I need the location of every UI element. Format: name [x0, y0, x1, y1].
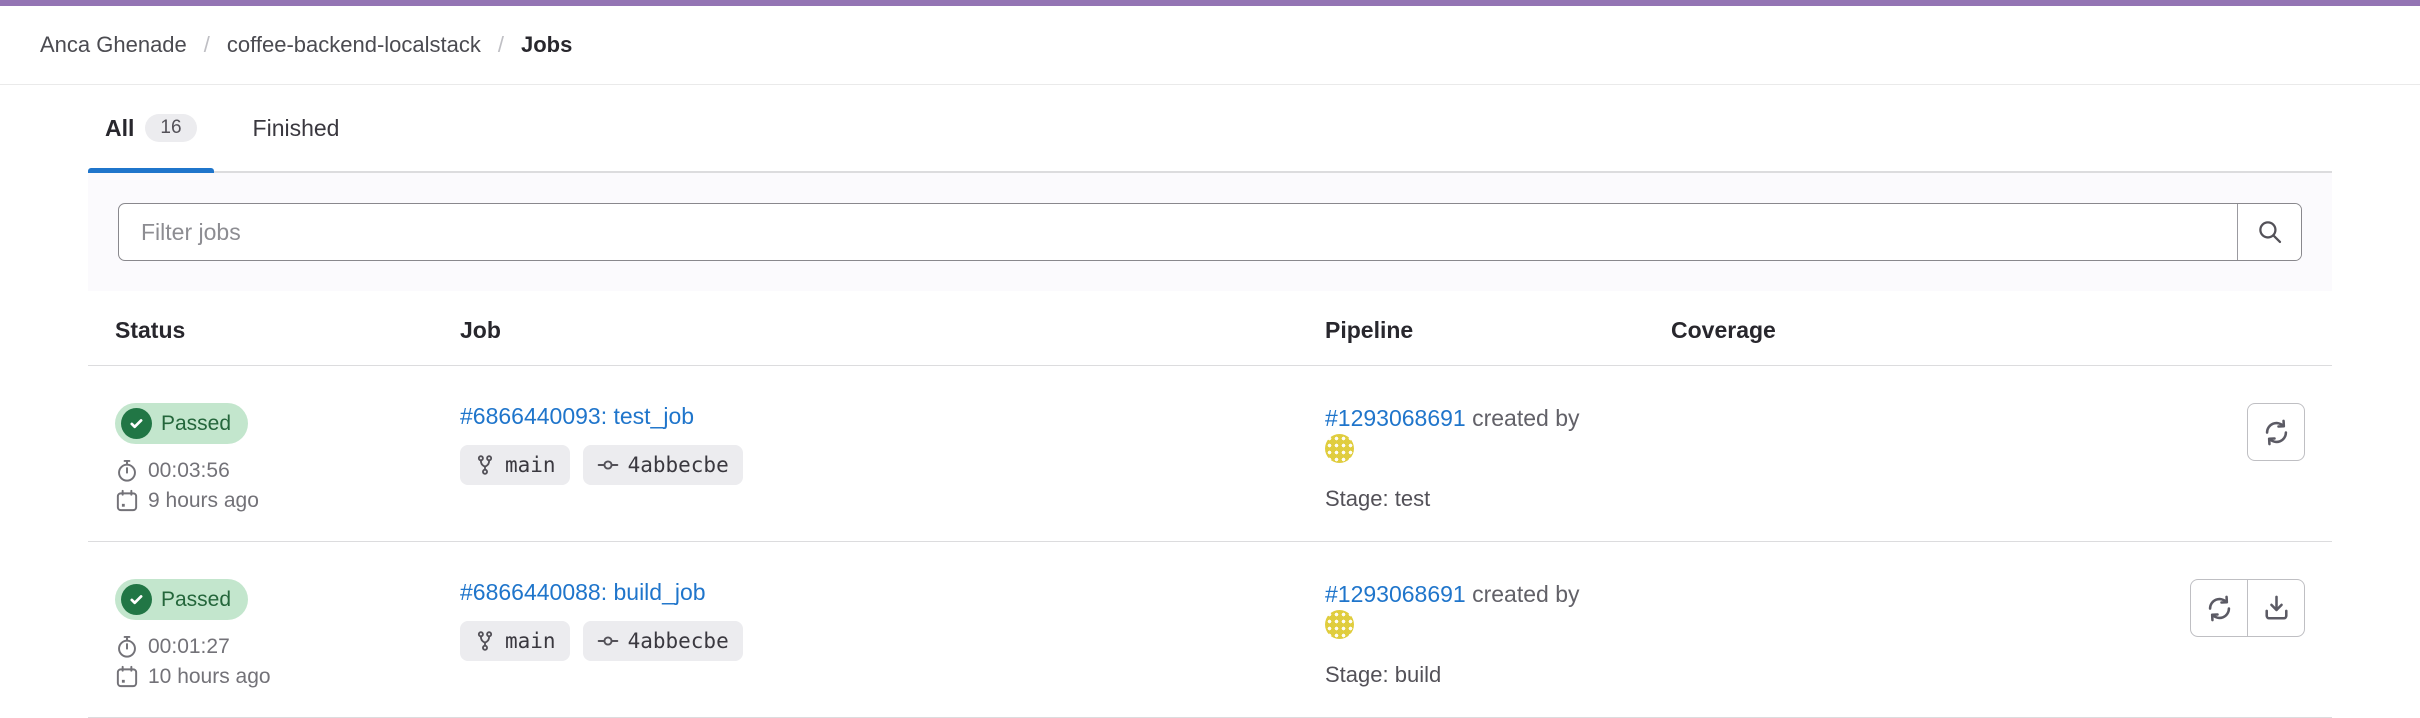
job-cell: #6866440088: build_job main 4abbecbe — [433, 542, 1298, 717]
column-header-status: Status — [88, 291, 433, 365]
filter-search-group — [118, 203, 2302, 261]
search-icon — [2256, 218, 2284, 246]
retry-button[interactable] — [2190, 579, 2248, 637]
breadcrumb-current-page: Jobs — [521, 32, 572, 58]
job-link[interactable]: #6866440093: test_job — [460, 403, 694, 429]
coverage-cell — [1644, 542, 2074, 717]
status-passed-icon — [121, 584, 152, 615]
breadcrumb-user-link[interactable]: Anca Ghenade — [40, 32, 187, 58]
status-badge-label: Passed — [161, 412, 231, 436]
branch-name: main — [505, 629, 556, 653]
branch-icon — [474, 630, 496, 652]
calendar-icon — [115, 665, 139, 689]
column-header-coverage: Coverage — [1644, 291, 2074, 365]
job-duration-value: 00:03:56 — [148, 459, 230, 483]
job-time-ago-value: 9 hours ago — [148, 489, 259, 513]
tab-finished-label: Finished — [253, 115, 340, 142]
tab-all-label: All — [105, 115, 134, 142]
column-header-pipeline: Pipeline — [1298, 291, 1644, 365]
actions-cell — [2074, 366, 2332, 541]
commit-pill[interactable]: 4abbecbe — [583, 445, 743, 485]
pipeline-cell: #1293068691 created by Stage: build — [1298, 542, 1644, 717]
pipeline-created-by-text: created by — [1472, 405, 1579, 431]
filter-jobs-input[interactable] — [119, 204, 2237, 260]
pipeline-creator-avatar[interactable] — [1325, 434, 1354, 463]
breadcrumb: Anca Ghenade / coffee-backend-localstack… — [0, 6, 2420, 85]
commit-pill[interactable]: 4abbecbe — [583, 621, 743, 661]
breadcrumb-project-link[interactable]: coffee-backend-localstack — [227, 32, 481, 58]
job-ref-pills: main 4abbecbe — [460, 445, 1271, 485]
pipeline-link[interactable]: #1293068691 — [1325, 581, 1466, 607]
status-badge-label: Passed — [161, 588, 231, 612]
job-duration: 00:03:56 — [115, 459, 406, 483]
pipeline-created-by-text: created by — [1472, 581, 1579, 607]
commit-icon — [597, 454, 619, 476]
job-link[interactable]: #6866440088: build_job — [460, 579, 706, 605]
job-time-ago: 9 hours ago — [115, 489, 406, 513]
jobs-page-content: All 16 Finished Status Job Pipeline Cove… — [0, 85, 2420, 718]
status-cell: Passed 00:01:27 10 hours ago — [88, 542, 433, 717]
timer-icon — [115, 459, 139, 483]
stage-label: Stage: build — [1325, 662, 1617, 688]
commit-icon — [597, 630, 619, 652]
tab-all-count-badge: 16 — [145, 114, 196, 142]
status-cell: Passed 00:03:56 9 hours ago — [88, 366, 433, 541]
breadcrumb-separator: / — [498, 32, 504, 58]
filter-panel — [88, 173, 2332, 291]
stage-label: Stage: test — [1325, 486, 1617, 512]
download-artifacts-button[interactable] — [2247, 579, 2305, 637]
download-icon — [2262, 594, 2291, 623]
branch-pill[interactable]: main — [460, 621, 570, 661]
pipeline-cell: #1293068691 created by Stage: test — [1298, 366, 1644, 541]
table-row: Passed 00:01:27 10 hours ago #6866440088… — [88, 542, 2332, 718]
jobs-tabs: All 16 Finished — [88, 85, 2332, 173]
tab-finished[interactable]: Finished — [236, 85, 357, 171]
retry-icon — [2262, 418, 2291, 447]
branch-name: main — [505, 453, 556, 477]
pipeline-link[interactable]: #1293068691 — [1325, 405, 1466, 431]
search-button[interactable] — [2237, 204, 2301, 260]
job-time-ago-value: 10 hours ago — [148, 665, 271, 689]
job-duration-value: 00:01:27 — [148, 635, 230, 659]
branch-pill[interactable]: main — [460, 445, 570, 485]
status-badge[interactable]: Passed — [115, 403, 248, 444]
status-badge[interactable]: Passed — [115, 579, 248, 620]
calendar-icon — [115, 489, 139, 513]
coverage-cell — [1644, 366, 2074, 541]
breadcrumb-separator: / — [204, 32, 210, 58]
timer-icon — [115, 635, 139, 659]
job-ref-pills: main 4abbecbe — [460, 621, 1271, 661]
table-row: Passed 00:03:56 9 hours ago #6866440093:… — [88, 366, 2332, 542]
commit-sha: 4abbecbe — [628, 629, 729, 653]
actions-cell — [2074, 542, 2332, 717]
job-time-ago: 10 hours ago — [115, 665, 406, 689]
column-header-actions — [2074, 291, 2332, 365]
status-passed-icon — [121, 408, 152, 439]
table-header-row: Status Job Pipeline Coverage — [88, 291, 2332, 366]
retry-button[interactable] — [2247, 403, 2305, 461]
branch-icon — [474, 454, 496, 476]
job-cell: #6866440093: test_job main 4abbecbe — [433, 366, 1298, 541]
job-duration: 00:01:27 — [115, 635, 406, 659]
tab-all[interactable]: All 16 — [88, 85, 214, 171]
commit-sha: 4abbecbe — [628, 453, 729, 477]
pipeline-creator-avatar[interactable] — [1325, 610, 1354, 639]
column-header-job: Job — [433, 291, 1298, 365]
retry-icon — [2205, 594, 2234, 623]
